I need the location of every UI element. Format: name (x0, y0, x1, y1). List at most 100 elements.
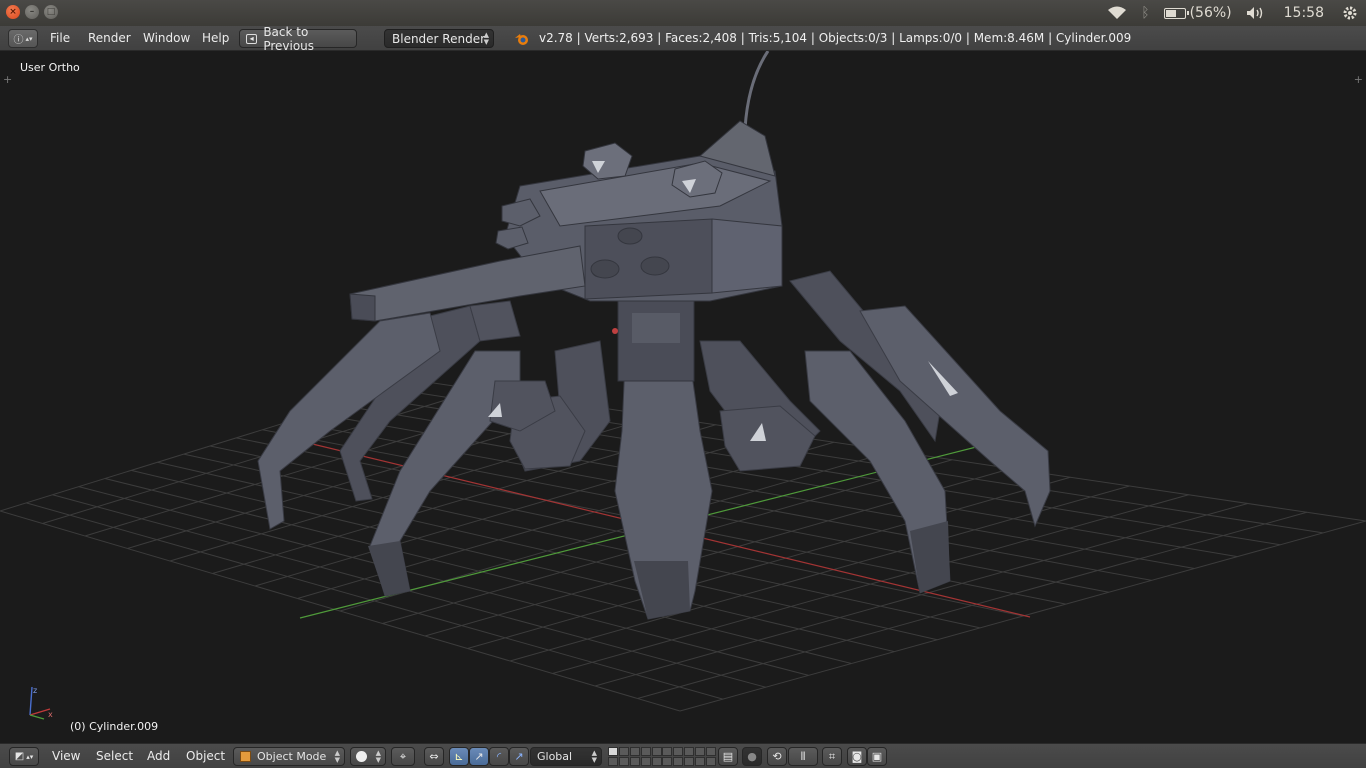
window-maximize-button[interactable]: □ (44, 5, 58, 19)
menu-view[interactable]: View (52, 749, 80, 763)
translate-arrow-button[interactable]: ↗ (469, 747, 489, 766)
solid-shading-sphere-icon (356, 751, 367, 762)
bluetooth-icon[interactable]: ᛒ (1141, 5, 1149, 21)
layer-button[interactable] (706, 757, 716, 766)
layer-button[interactable] (673, 757, 683, 766)
3d-view-cube-icon: ◩ (14, 751, 25, 762)
layer-button[interactable] (706, 747, 716, 756)
updown-arrows-icon: ▲ ▼ (591, 749, 597, 764)
snap-magnet-icon: ⌗ (828, 749, 836, 763)
opengl-render-animation-button[interactable]: ▣ (867, 747, 887, 766)
editor-type-3d-view-button[interactable]: ◩ ▴▾ (9, 747, 39, 766)
record-dot-icon: ● (747, 750, 757, 763)
system-top-panel: × – □ ᛒ (56%) 15:58 (0, 0, 1366, 26)
scene-stats: v2.78 | Verts:2,693 | Faces:2,408 | Tris… (539, 31, 1132, 45)
3d-view-header: ◩ ▴▾ View Select Add Object Object Mode ▲… (0, 743, 1366, 768)
menu-object[interactable]: Object (186, 749, 225, 763)
window-close-button[interactable]: × (6, 5, 20, 19)
layer-button[interactable] (630, 747, 640, 756)
layers-grid-b[interactable] (662, 747, 716, 766)
layer-button[interactable] (608, 757, 618, 766)
view-name-label: User Ortho (20, 61, 80, 74)
layer-button[interactable] (684, 747, 694, 756)
layer-button[interactable] (608, 747, 618, 756)
rotate-manipulator-button[interactable]: ◜ (489, 747, 509, 766)
menu-window[interactable]: Window (143, 31, 190, 45)
snap-toggle-button[interactable]: ⌗ (822, 747, 842, 766)
layer-button[interactable] (641, 747, 651, 756)
menu-select[interactable]: Select (96, 749, 133, 763)
opengl-render-image-button[interactable]: ◙ (847, 747, 867, 766)
proportional-falloff-select[interactable]: ⫴ (788, 747, 818, 766)
grid-line (679, 520, 1366, 712)
transform-orientation-select[interactable]: Global ▲ ▼ (530, 747, 602, 766)
antenna-cable (743, 51, 770, 130)
robot-turret (349, 120, 783, 322)
layer-button[interactable] (641, 757, 651, 766)
pivot-point-select[interactable]: ⌖ (391, 747, 415, 766)
battery-icon (1163, 7, 1189, 19)
proportional-edit-button[interactable]: ⟲ (767, 747, 787, 766)
layers-grid-a[interactable] (608, 747, 662, 766)
area-split-widget[interactable]: + (3, 73, 12, 86)
axes-icon: ⊾ (454, 750, 464, 763)
lock-camera-button[interactable]: ▤ (718, 747, 738, 766)
layer-button[interactable] (630, 757, 640, 766)
updown-arrows-icon: ▲ ▼ (483, 31, 489, 46)
updown-arrows-icon: ▲ ▼ (334, 749, 340, 764)
manipulator-icon: ⇔ (429, 750, 439, 763)
layer-button[interactable] (673, 747, 683, 756)
back-button-label: Back to Previous (263, 24, 315, 53)
interaction-mode-select[interactable]: Object Mode ▲ ▼ (233, 747, 345, 766)
scale-manipulator-button[interactable]: ↗ (509, 747, 529, 766)
updown-arrows-icon: ▲ ▼ (375, 749, 381, 764)
menu-render[interactable]: Render (88, 31, 131, 45)
layer-button[interactable] (662, 747, 672, 756)
move-arrow-icon: ↗ (474, 750, 484, 763)
layer-button[interactable] (695, 757, 705, 766)
layer-button[interactable] (652, 747, 662, 756)
object-cube-icon (240, 751, 251, 762)
render-engine-select[interactable]: Blender Render ▲ ▼ (384, 29, 494, 48)
scale-icon: ↗ (514, 750, 524, 763)
falloff-icon: ⫴ (800, 749, 806, 763)
transform-manipulator-toggle[interactable]: ⇔ (424, 747, 444, 766)
settings-gear-icon[interactable] (1342, 5, 1358, 21)
editor-type-button[interactable]: ⓘ ▴▾ (8, 29, 38, 48)
info-icon: ⓘ (13, 35, 24, 46)
back-to-previous-button[interactable]: ◂ Back to Previous (239, 25, 357, 53)
volume-icon[interactable] (1246, 6, 1266, 20)
render-preview-button[interactable]: ● (742, 747, 762, 766)
render-engine-label: Blender Render (392, 31, 486, 46)
menu-add[interactable]: Add (147, 749, 170, 763)
grid-line (637, 511, 1308, 699)
menu-file[interactable]: File (50, 31, 70, 45)
back-arrow-icon: ◂ (246, 33, 258, 44)
layer-button[interactable] (652, 757, 662, 766)
translate-manipulator-button[interactable]: ⊾ (449, 747, 469, 766)
layer-button[interactable] (684, 757, 694, 766)
camera-icon: ◙ (851, 750, 863, 763)
viewport-shading-select[interactable]: ▲ ▼ (350, 747, 386, 766)
proportional-icon: ⟲ (772, 750, 782, 763)
battery-indicator[interactable]: (56%) (1163, 5, 1232, 21)
wifi-icon[interactable] (1107, 6, 1127, 20)
3d-viewport[interactable]: User Ortho + + z x (0) Cylinder.009 (0, 51, 1366, 743)
viewport-scene (0, 51, 1366, 712)
battery-fill (1165, 9, 1176, 17)
layer-button[interactable] (619, 747, 629, 756)
layer-button[interactable] (662, 757, 672, 766)
pivot-icon: ⌖ (399, 749, 407, 763)
layer-button[interactable] (619, 757, 629, 766)
layer-button[interactable] (695, 747, 705, 756)
orientation-label: Global (537, 750, 573, 763)
clock[interactable]: 15:58 (1284, 5, 1324, 21)
area-split-widget-right[interactable]: + (1354, 73, 1363, 86)
info-header: ⓘ ▴▾ File Render Window Help ◂ Back to Pr… (0, 25, 1366, 53)
robot-central-column (612, 300, 695, 382)
layer-lock-icon: ▤ (722, 750, 734, 763)
window-minimize-button[interactable]: – (25, 5, 39, 19)
blender-logo-icon (515, 34, 528, 45)
mode-label: Object Mode (257, 750, 327, 763)
menu-help[interactable]: Help (202, 31, 229, 45)
